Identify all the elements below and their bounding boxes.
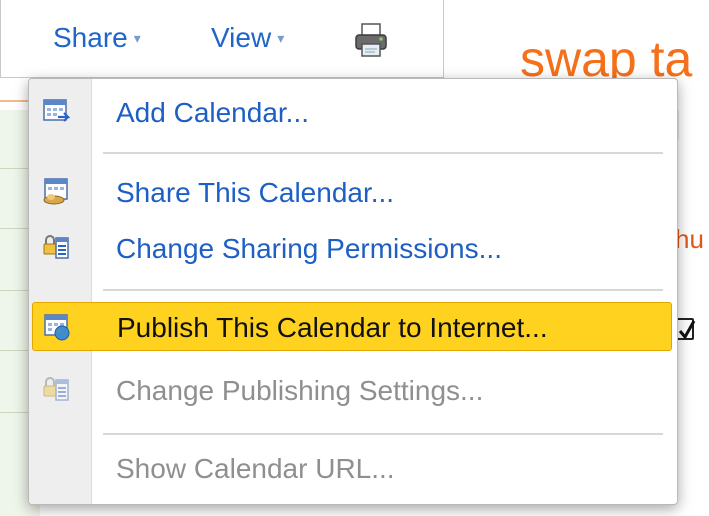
menu-item-label: Show Calendar URL...: [116, 453, 395, 484]
add-calendar-icon: [42, 97, 71, 125]
view-button-label: View: [211, 22, 272, 53]
menu-item-label: Add Calendar...: [116, 97, 310, 128]
background-checkbox[interactable]: [676, 318, 696, 340]
menu-item-share-calendar[interactable]: Share This Calendar...: [32, 167, 672, 217]
menu-separator: [103, 289, 663, 291]
checkmark-icon: [678, 320, 696, 340]
share-calendar-icon: [42, 177, 70, 205]
menu-item-label: Change Sharing Permissions...: [116, 233, 502, 264]
share-dropdown-menu: Add Calendar... Share This Calendar... C…: [28, 78, 678, 505]
menu-separator: [103, 152, 663, 154]
share-button-label: Share: [53, 22, 128, 53]
menu-separator: [103, 433, 663, 435]
menu-item-publish-calendar[interactable]: Publish This Calendar to Internet...: [32, 302, 672, 351]
printer-icon[interactable]: [353, 22, 389, 65]
menu-item-show-calendar-url[interactable]: Show Calendar URL...: [32, 443, 672, 493]
sharing-permissions-icon: [42, 233, 70, 261]
menu-item-change-sharing-permissions[interactable]: Change Sharing Permissions...: [32, 223, 672, 273]
menu-item-label: Publish This Calendar to Internet...: [117, 312, 548, 343]
calendar-toolbar: Share ▾ View ▾: [0, 0, 444, 78]
publishing-settings-icon: [42, 375, 70, 403]
menu-icon-gutter: [29, 79, 92, 504]
publish-calendar-icon: [43, 313, 71, 341]
background-text-fragment: hu: [675, 224, 704, 254]
view-menu-button[interactable]: View ▾: [211, 22, 284, 54]
menu-item-add-calendar[interactable]: Add Calendar...: [32, 87, 672, 137]
chevron-down-icon: ▾: [133, 30, 141, 46]
menu-item-change-publishing-settings[interactable]: Change Publishing Settings...: [32, 365, 672, 415]
menu-item-label: Change Publishing Settings...: [116, 375, 484, 406]
menu-item-label: Share This Calendar...: [116, 177, 395, 208]
share-menu-button[interactable]: Share ▾: [53, 22, 141, 54]
chevron-down-icon: ▾: [277, 30, 285, 46]
